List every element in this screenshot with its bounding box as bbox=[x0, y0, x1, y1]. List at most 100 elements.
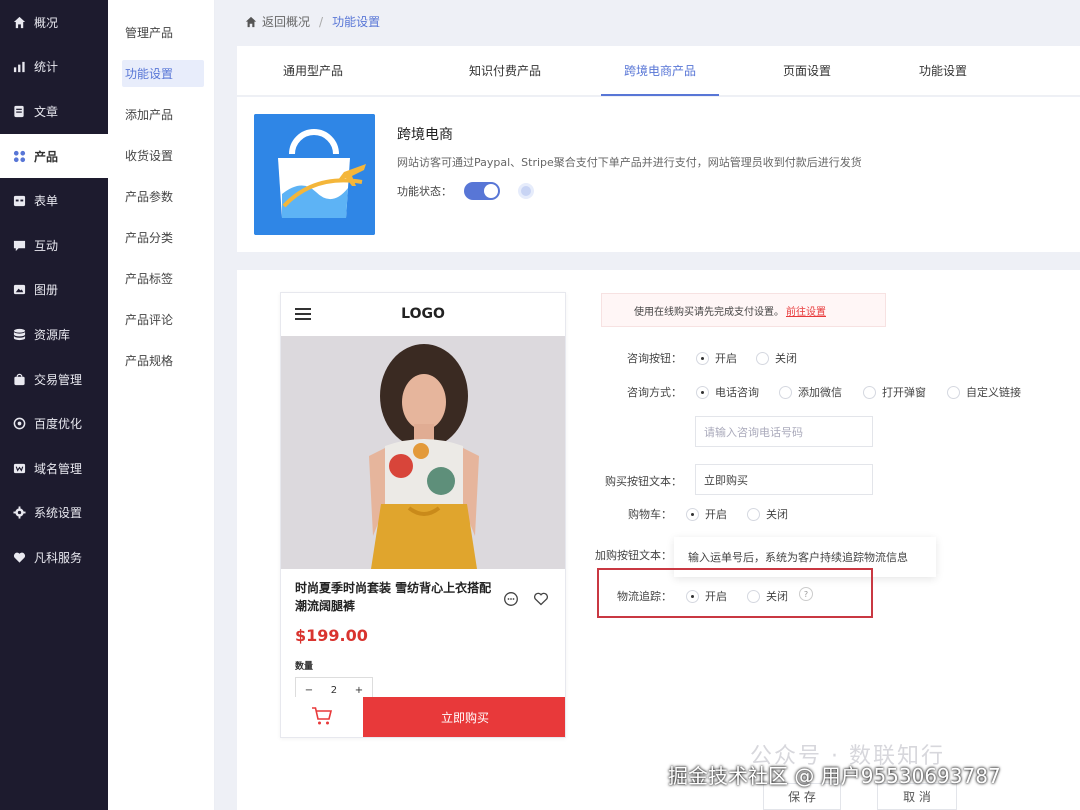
buy-button-text-input[interactable]: 立即购买 bbox=[695, 464, 873, 495]
consult-custom-link-radio[interactable]: 自定义链接 bbox=[947, 384, 1021, 400]
sidebar-item-interaction[interactable]: 互动 bbox=[0, 223, 108, 268]
info-icon[interactable] bbox=[518, 183, 534, 199]
consult-phone-radio[interactable]: 电话咨询 bbox=[696, 384, 759, 400]
document-icon bbox=[12, 104, 26, 118]
consult-popup-radio[interactable]: 打开弹窗 bbox=[863, 384, 926, 400]
sidebar-item-stats[interactable]: 统计 bbox=[0, 45, 108, 90]
buy-button-text-label: 购买按钮文本： bbox=[605, 475, 682, 488]
sidebar-item-forms[interactable]: 表单 bbox=[0, 178, 108, 223]
sidebar-item-label: 资源库 bbox=[34, 327, 71, 342]
go-settings-link[interactable]: 前往设置 bbox=[786, 303, 826, 318]
subnav-item-reviews[interactable]: 产品评论 bbox=[122, 306, 204, 333]
consult-button-on-radio[interactable]: 开启 bbox=[696, 350, 737, 366]
feature-status-row: 功能状态： bbox=[397, 182, 534, 200]
home-icon bbox=[12, 15, 26, 29]
home-icon bbox=[245, 16, 257, 28]
breadcrumb-back-link[interactable]: 返回概况 bbox=[262, 13, 310, 30]
sidebar-item-domains[interactable]: 域名管理 bbox=[0, 446, 108, 491]
tab-crossborder-product[interactable]: 跨境电商产品 bbox=[601, 46, 719, 96]
consult-button-off-radio[interactable]: 关闭 bbox=[756, 350, 797, 366]
consult-phone-input[interactable]: 请输入咨询电话号码 bbox=[695, 416, 873, 447]
sidebar-item-label: 图册 bbox=[34, 283, 59, 298]
sidebar-item-service[interactable]: 凡科服务 bbox=[0, 535, 108, 580]
site-watermark: 掘金技术社区 @ 用户9553069378​7 bbox=[668, 764, 1001, 788]
subnav-item-add[interactable]: 添加产品 bbox=[122, 101, 204, 128]
target-icon bbox=[12, 417, 26, 431]
quantity-minus-button[interactable]: − bbox=[305, 685, 313, 696]
product-price: $199.00 bbox=[295, 626, 368, 645]
sidebar-item-label: 表单 bbox=[34, 194, 59, 209]
product-name: 时尚夏季时尚套装 雪纺背心上衣搭配潮流阔腿裤 bbox=[295, 581, 492, 613]
sidebar-item-gallery[interactable]: 图册 bbox=[0, 268, 108, 313]
help-icon[interactable]: ? bbox=[799, 587, 813, 601]
sidebar-item-articles[interactable]: 文章 bbox=[0, 89, 108, 134]
sidebar-item-label: 产品 bbox=[34, 149, 59, 164]
cart-button[interactable] bbox=[281, 697, 363, 737]
sidebar-item-label: 凡科服务 bbox=[34, 550, 83, 565]
cart-on-radio[interactable]: 开启 bbox=[686, 506, 727, 522]
subnav-item-specs[interactable]: 产品规格 bbox=[122, 347, 204, 374]
feature-status-label: 功能状态： bbox=[397, 185, 452, 198]
breadcrumb: 返回概况 / 功能设置 bbox=[245, 13, 380, 30]
sidebar-item-label: 交易管理 bbox=[34, 372, 83, 387]
subnav-item-manage[interactable]: 管理产品 bbox=[122, 19, 204, 46]
subnav-item-tags[interactable]: 产品标签 bbox=[122, 265, 204, 292]
tab-function-settings[interactable]: 功能设置 bbox=[877, 46, 1009, 95]
calendar-icon bbox=[12, 194, 26, 208]
buy-now-button[interactable]: 立即购买 bbox=[363, 697, 565, 737]
cart-label: 购物车： bbox=[628, 508, 672, 521]
quantity-value: 2 bbox=[330, 684, 338, 696]
sidebar-item-system[interactable]: 系统设置 bbox=[0, 491, 108, 536]
heart-icon bbox=[12, 550, 26, 564]
sidebar-item-label: 百度优化 bbox=[34, 417, 83, 432]
feature-description: 网站访客可通过Paypal、Stripe聚合支付下单产品并进行支付，网站管理员收… bbox=[397, 156, 862, 169]
cart-off-radio[interactable]: 关闭 bbox=[747, 506, 788, 522]
sidebar-item-label: 统计 bbox=[34, 60, 59, 75]
subnav-item-function-settings[interactable]: 功能设置 bbox=[122, 60, 204, 87]
payment-notice: 使用在线购买请先完成支付设置。 前往设置 bbox=[601, 293, 886, 327]
quantity-plus-button[interactable]: + bbox=[355, 685, 363, 696]
breadcrumb-current: 功能设置 bbox=[332, 15, 381, 29]
preview-header: LOGO bbox=[281, 293, 565, 336]
sidebar-item-seo[interactable]: 百度优化 bbox=[0, 401, 108, 446]
preview-logo: LOGO bbox=[401, 306, 445, 322]
crossborder-logo-image bbox=[254, 114, 375, 235]
tracking-off-radio[interactable]: 关闭 bbox=[747, 588, 788, 604]
sidebar-item-label: 系统设置 bbox=[34, 506, 83, 521]
tab-general-product[interactable]: 通用型产品 bbox=[247, 46, 379, 95]
tracking-on-radio[interactable]: 开启 bbox=[686, 588, 727, 604]
notice-text: 使用在线购买请先完成支付设置。 bbox=[634, 306, 784, 318]
feature-status-toggle[interactable] bbox=[464, 182, 500, 200]
chat-icon[interactable] bbox=[503, 591, 519, 610]
sidebar-item-label: 域名管理 bbox=[34, 461, 83, 476]
sidebar-item-label: 文章 bbox=[34, 104, 59, 119]
gear-icon bbox=[12, 506, 26, 520]
consult-wechat-radio[interactable]: 添加微信 bbox=[779, 384, 842, 400]
grid-icon bbox=[12, 149, 26, 163]
heart-icon[interactable] bbox=[533, 591, 549, 610]
database-icon bbox=[12, 327, 26, 341]
add-cart-text-label: 加购按钮文本： bbox=[595, 549, 672, 562]
tab-knowledge-product[interactable]: 知识付费产品 bbox=[439, 46, 571, 95]
quantity-label: 数量 bbox=[295, 662, 314, 672]
subnav-item-params[interactable]: 产品参数 bbox=[122, 183, 204, 210]
sidebar-item-products[interactable]: 产品 bbox=[0, 133, 108, 179]
product-photo bbox=[281, 336, 565, 569]
subnav-item-shipping[interactable]: 收货设置 bbox=[122, 142, 204, 169]
sidebar-item-resources[interactable]: 资源库 bbox=[0, 312, 108, 357]
crossborder-feature-card: 跨境电商 网站访客可通过Paypal、Stripe聚合支付下单产品并进行支付，网… bbox=[237, 97, 1080, 252]
breadcrumb-separator: / bbox=[319, 14, 324, 29]
product-type-tabs: 通用型产品 知识付费产品 跨境电商产品 页面设置 功能设置 bbox=[237, 46, 1080, 96]
mobile-preview: LOGO 时尚夏季时尚套装 雪纺背心上衣搭配潮流阔腿裤 $199.00 数量 −… bbox=[280, 292, 566, 738]
product-subnav: 管理产品 功能设置 添加产品 收货设置 产品参数 产品分类 产品标签 产品评论 … bbox=[108, 0, 215, 810]
subnav-item-categories[interactable]: 产品分类 bbox=[122, 224, 204, 251]
preview-bottom-bar: 立即购买 bbox=[281, 697, 565, 737]
tab-page-settings[interactable]: 页面设置 bbox=[741, 46, 873, 95]
chart-icon bbox=[12, 60, 26, 74]
main-sidebar: 概况 统计 文章 产品 表单 互动 图册 资源库 交易管理 百度优化 域名管理 bbox=[0, 0, 108, 810]
chat-icon bbox=[12, 238, 26, 252]
feature-title: 跨境电商 bbox=[397, 127, 453, 143]
sidebar-item-overview[interactable]: 概况 bbox=[0, 0, 108, 45]
sidebar-item-trade[interactable]: 交易管理 bbox=[0, 357, 108, 402]
domain-icon bbox=[12, 461, 26, 475]
